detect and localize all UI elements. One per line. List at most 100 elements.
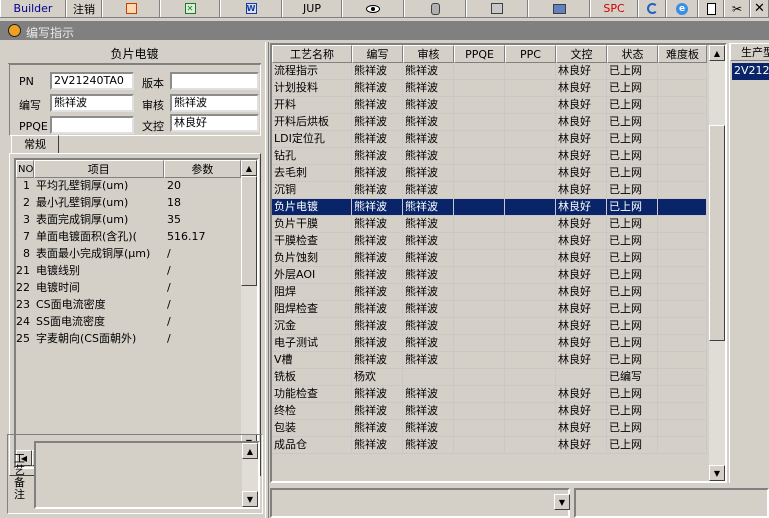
splitter[interactable] [265, 42, 269, 518]
table-row[interactable]: 阻焊检查 熊祥波 熊祥波 林良好 已上网 [272, 301, 707, 318]
table-row[interactable]: V槽 熊祥波 熊祥波 林良好 已上网 [272, 352, 707, 369]
view-button[interactable] [342, 0, 404, 17]
grid-header-cell[interactable]: 状态 [607, 45, 658, 63]
grid-header-cell[interactable]: PPC [505, 45, 556, 63]
spc-button[interactable]: SPC [590, 0, 638, 17]
bottom-right-field[interactable] [574, 488, 769, 518]
table-row[interactable]: 包装 熊祥波 熊祥波 林良好 已上网 [272, 420, 707, 437]
params-vscroll[interactable]: ▲ ▼ [241, 160, 257, 450]
table-row[interactable]: 负片蚀刻 熊祥波 熊祥波 林良好 已上网 [272, 250, 707, 267]
logout-button[interactable]: 注销 [66, 0, 102, 17]
powerpoint-button[interactable] [102, 0, 160, 17]
params-row[interactable]: 7 单面电镀面积(含孔)(516.17 [16, 229, 243, 246]
remark-vscroll[interactable]: ▲ ▼ [242, 443, 258, 507]
author-field[interactable]: 熊祥波 [50, 94, 134, 112]
table-cell: 已上网 [607, 267, 658, 284]
table-row[interactable]: 负片电镀 熊祥波 熊祥波 林良好 已上网 [272, 199, 707, 216]
scroll-up-icon[interactable]: ▲ [242, 443, 258, 459]
table-cell: 熊祥波 [403, 148, 454, 165]
new-document-button[interactable] [698, 0, 724, 17]
table-row[interactable]: 沉金 熊祥波 熊祥波 林良好 已上网 [272, 318, 707, 335]
table-cell: LDI定位孔 [272, 131, 352, 148]
network-button[interactable] [466, 0, 528, 17]
computer-button[interactable] [528, 0, 590, 17]
close-button[interactable]: ✕ [750, 0, 769, 17]
table-row[interactable]: 开料 熊祥波 熊祥波 林良好 已上网 [272, 97, 707, 114]
scroll-down-icon[interactable]: ▼ [709, 465, 725, 481]
version-field[interactable] [170, 72, 259, 90]
refresh-button[interactable] [638, 0, 666, 17]
params-cell-item: SS面电流密度 [36, 315, 105, 328]
tab-general[interactable]: 常规 [11, 135, 59, 154]
grid-vscroll[interactable]: ▲ ▼ [709, 45, 725, 481]
table-row[interactable]: 去毛刺 熊祥波 熊祥波 林良好 已上网 [272, 165, 707, 182]
cut-button[interactable]: ✂ [724, 0, 750, 17]
reviewer-field[interactable]: 熊祥波 [170, 94, 259, 112]
dropdown-icon[interactable]: ▼ [554, 494, 570, 510]
grid-scroll-thumb[interactable] [709, 125, 725, 341]
table-row[interactable]: 开料后烘板 熊祥波 熊祥波 林良好 已上网 [272, 114, 707, 131]
params-body: 1 平均孔壁铜厚(um) 20 2 最小孔壁铜厚(um) 18 3 表面完成铜厚(um) 35 7… [16, 178, 241, 448]
builder-button[interactable]: Builder [0, 0, 66, 17]
table-row[interactable]: 阻焊 熊祥波 熊祥波 林良好 已上网 [272, 284, 707, 301]
jup-button[interactable]: JUP [282, 0, 342, 17]
table-row[interactable]: 功能检查 熊祥波 熊祥波 林良好 已上网 [272, 386, 707, 403]
params-row[interactable]: 8 表面最小完成铜厚(μm) / [16, 246, 243, 263]
table-cell [505, 182, 556, 199]
bottom-left-field[interactable]: ▼ [270, 488, 570, 518]
table-cell: 已上网 [607, 233, 658, 250]
table-row[interactable]: 钻孔 熊祥波 熊祥波 林良好 已上网 [272, 148, 707, 165]
scroll-up-icon[interactable]: ▲ [241, 160, 257, 176]
grid-header-cell[interactable]: 审核 [403, 45, 454, 63]
params-row[interactable]: 21 电镀线别 / [16, 263, 243, 280]
table-cell: 熊祥波 [352, 250, 403, 267]
params-row[interactable]: 24 SS面电流密度 / [16, 314, 243, 331]
params-row[interactable]: 22 电镀时间 / [16, 280, 243, 297]
table-cell: 熊祥波 [352, 420, 403, 437]
excel-button[interactable]: ✕ [160, 0, 220, 17]
params-row[interactable]: 23 CS面电流密度 / [16, 297, 243, 314]
table-row[interactable]: LDI定位孔 熊祥波 熊祥波 林良好 已上网 [272, 131, 707, 148]
grid-header-cell[interactable]: 工艺名称 [272, 45, 352, 63]
table-row[interactable]: 铣板 杨欢 已编写 [272, 369, 707, 386]
table-row[interactable]: 干膜检查 熊祥波 熊祥波 林良好 已上网 [272, 233, 707, 250]
table-row[interactable]: 沉铜 熊祥波 熊祥波 林良好 已上网 [272, 182, 707, 199]
params-cell-item: 平均孔壁铜厚(um) [36, 179, 129, 192]
params-table: NO 项目 参数 1 平均孔壁铜厚(um) 20 2 最小孔壁铜厚(um) 18 3 表面完成… [14, 158, 259, 469]
scroll-thumb[interactable] [241, 176, 257, 286]
table-cell: 林良好 [556, 233, 607, 250]
grid-header-cell[interactable]: 编写 [352, 45, 403, 63]
word-button[interactable]: W [220, 0, 282, 17]
scroll-up-icon[interactable]: ▲ [709, 45, 725, 61]
table-cell: 熊祥波 [403, 301, 454, 318]
doc-control-field[interactable]: 林良好 [170, 114, 259, 132]
table-cell [505, 318, 556, 335]
database-button[interactable] [404, 0, 466, 17]
table-cell: 已上网 [607, 114, 658, 131]
scroll-down-icon[interactable]: ▼ [242, 491, 258, 507]
table-row[interactable]: 成品仓 熊祥波 熊祥波 林良好 已上网 [272, 437, 707, 454]
table-row[interactable]: 电子测试 熊祥波 熊祥波 林良好 已上网 [272, 335, 707, 352]
params-row[interactable]: 3 表面完成铜厚(um) 35 [16, 212, 243, 229]
ppqe-field[interactable] [50, 116, 134, 134]
table-row[interactable]: 负片干膜 熊祥波 熊祥波 林良好 已上网 [272, 216, 707, 233]
params-row[interactable]: 25 字麦朝向(CS面朝外) / [16, 331, 243, 348]
table-row[interactable]: 终检 熊祥波 熊祥波 林良好 已上网 [272, 403, 707, 420]
table-row[interactable]: 计划投料 熊祥波 熊祥波 林良好 已上网 [272, 80, 707, 97]
pn-field[interactable]: 2V21240TA0 [50, 72, 134, 90]
right-panel-value[interactable]: 2V2124 [732, 63, 769, 80]
ie-button[interactable]: e [666, 0, 698, 17]
params-row[interactable]: 1 平均孔壁铜厚(um) 20 [16, 178, 243, 195]
table-cell [658, 165, 707, 182]
table-row[interactable]: 流程指示 熊祥波 熊祥波 林良好 已上网 [272, 63, 707, 80]
table-row[interactable]: 外层AOI 熊祥波 熊祥波 林良好 已上网 [272, 267, 707, 284]
grid-header-cell[interactable]: PPQE [454, 45, 505, 63]
remark-textarea[interactable]: ▲ ▼ [34, 441, 260, 509]
table-cell: 铣板 [272, 369, 352, 386]
grid-header-cell[interactable]: 难度板 [658, 45, 707, 63]
grid-header-cell[interactable]: 文控 [556, 45, 607, 63]
table-cell: 林良好 [556, 250, 607, 267]
table-cell: 熊祥波 [352, 318, 403, 335]
params-row[interactable]: 2 最小孔壁铜厚(um) 18 [16, 195, 243, 212]
process-grid: 工艺名称 编写 审核 PPQE PPC 文控 状态 难度板 流程指示 熊祥波 熊祥波 林良好 已上网计… [270, 43, 727, 483]
